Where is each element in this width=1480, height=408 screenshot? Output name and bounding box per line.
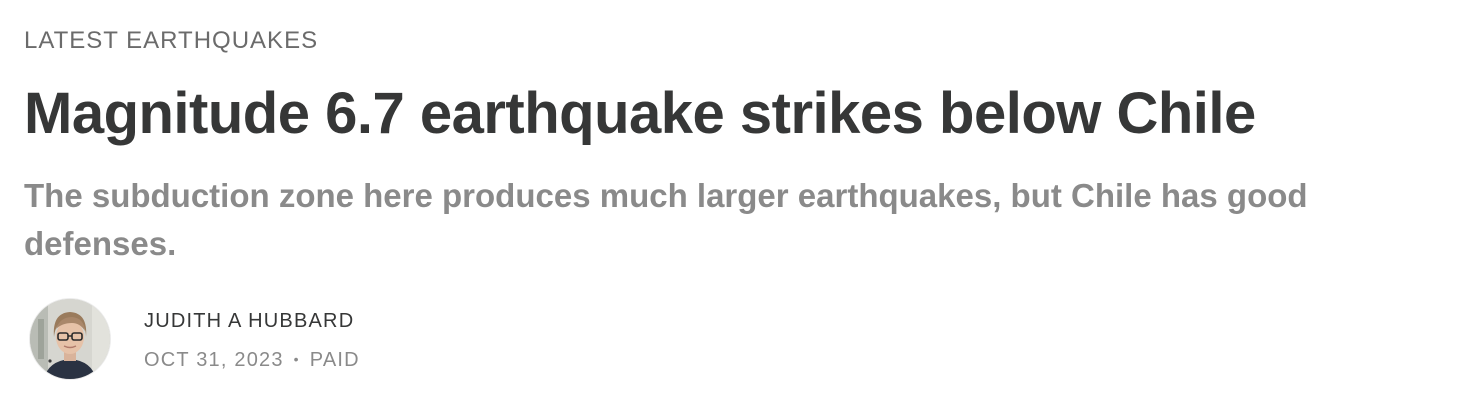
author-name[interactable]: Judith A Hubbard <box>144 309 354 333</box>
byline: Judith A Hubbard OCT 31, 2023 • PAID <box>30 299 630 381</box>
author-photo-icon <box>30 299 110 379</box>
post-subtitle: The subduction zone here produces much l… <box>24 177 1308 262</box>
post-date: OCT 31, 2023 <box>144 349 284 371</box>
post-header: Latest Earthquakes Magnitude 6.7 earthqu… <box>24 0 1456 408</box>
section-label[interactable]: Latest Earthquakes <box>24 26 318 56</box>
post-title[interactable]: Magnitude 6.7 earthquake strikes below C… <box>24 78 1256 150</box>
post-meta: OCT 31, 2023 • PAID <box>144 348 360 373</box>
author-avatar[interactable] <box>30 299 110 379</box>
meta-separator: • <box>293 350 300 367</box>
access-badge: PAID <box>309 349 360 371</box>
